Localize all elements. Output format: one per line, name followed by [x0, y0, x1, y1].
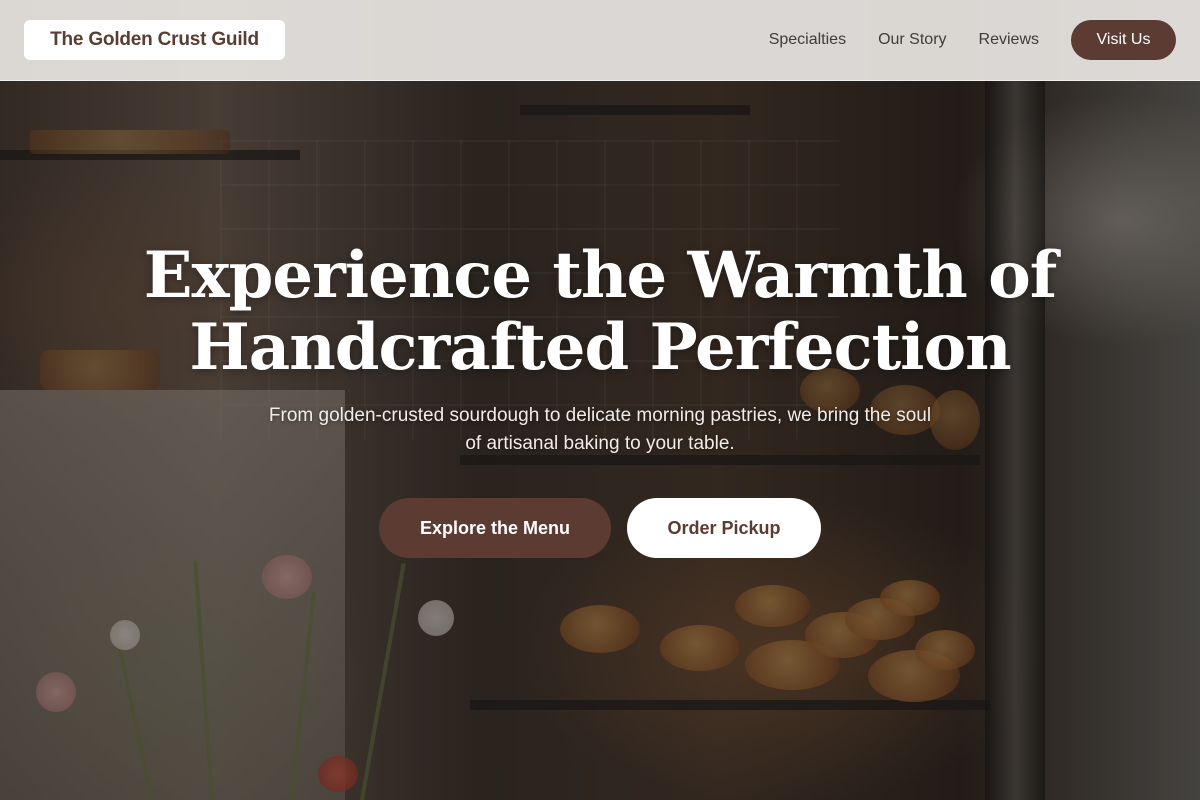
nav-link-our-story[interactable]: Our Story: [878, 31, 946, 49]
hero-title: Experience the Warmth of Handcrafted Per…: [0, 240, 1200, 384]
hero-title-line-2: Handcrafted Perfection: [189, 310, 1011, 385]
hero-section: Experience the Warmth of Handcrafted Per…: [0, 240, 1200, 558]
site-header: The Golden Crust Guild Specialties Our S…: [0, 0, 1200, 81]
hero-cta-group: Explore the Menu Order Pickup: [0, 498, 1200, 558]
main-nav: Specialties Our Story Reviews Visit Us: [769, 20, 1176, 60]
hero-title-line-1: Experience the Warmth of: [143, 238, 1058, 313]
brand-logo[interactable]: The Golden Crust Guild: [24, 20, 285, 60]
nav-link-specialties[interactable]: Specialties: [769, 31, 846, 49]
visit-us-button[interactable]: Visit Us: [1071, 20, 1176, 60]
explore-menu-button[interactable]: Explore the Menu: [379, 498, 611, 558]
nav-link-reviews[interactable]: Reviews: [979, 31, 1039, 49]
brand-name: The Golden Crust Guild: [50, 29, 259, 50]
order-pickup-button[interactable]: Order Pickup: [627, 498, 821, 558]
hero-subtitle: From golden-crusted sourdough to delicat…: [268, 405, 932, 454]
